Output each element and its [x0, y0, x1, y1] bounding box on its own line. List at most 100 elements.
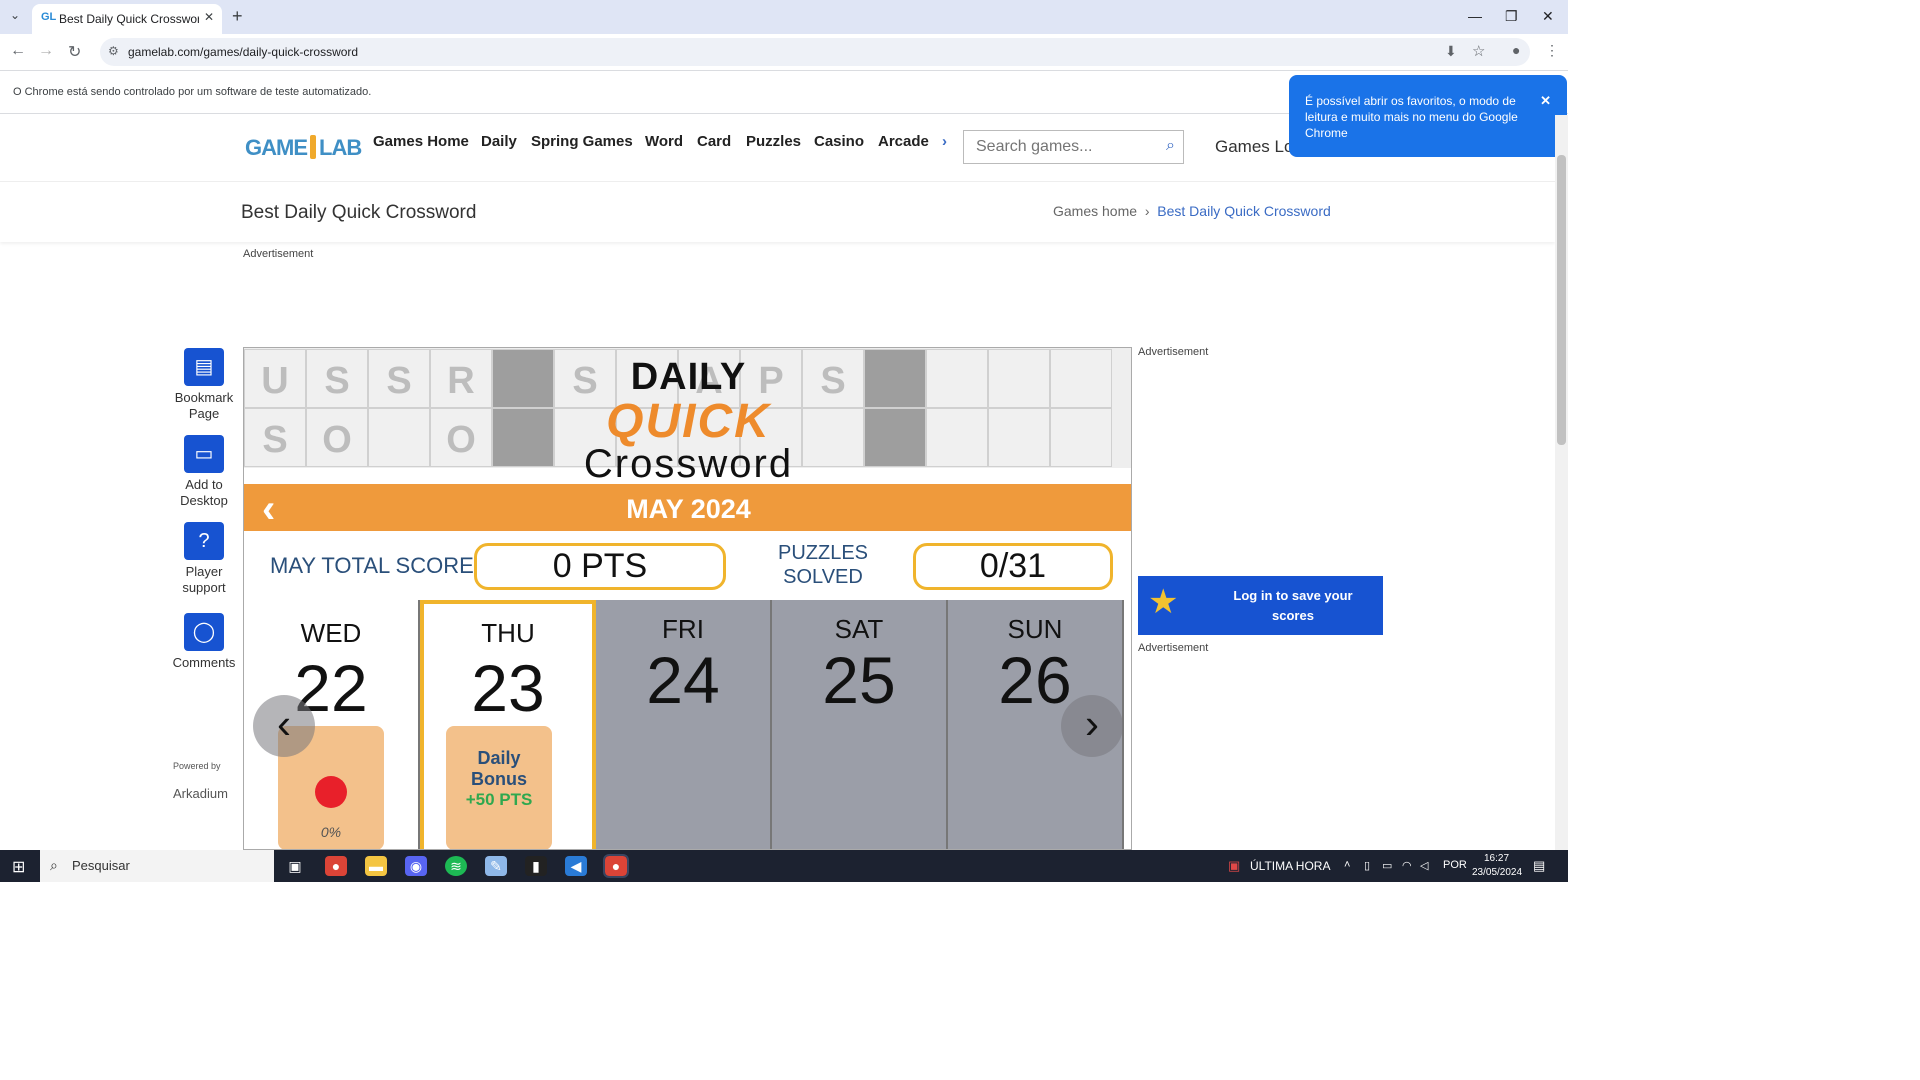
tab-search-icon[interactable]: ⌄ [10, 8, 20, 22]
forward-icon[interactable]: → [38, 42, 54, 60]
clock-time[interactable]: 16:27 [1484, 853, 1509, 864]
new-tab-icon[interactable]: + [232, 6, 243, 27]
arkadium-logo: Arkadium [173, 786, 228, 801]
score-panel: MAY TOTAL SCORE 0 PTS PUZZLES SOLVED 0/31 [244, 531, 1131, 601]
help-icon: ? [198, 530, 210, 552]
chrome-tip-popup: É possível abrir os favoritos, o modo de… [1289, 75, 1567, 157]
windows-start-icon[interactable]: ⊞ [12, 857, 25, 877]
daily-bonus-points: +50 PTS [465, 790, 533, 809]
clock-date[interactable]: 23/05/2024 [1472, 867, 1522, 878]
day-name: THU [481, 618, 535, 648]
nav-casino[interactable]: Casino [814, 133, 864, 150]
logo-quick-text: QUICK [606, 395, 771, 448]
month-label: MAY 2024 [626, 494, 751, 524]
taskbar-search-icon: ⌕ [50, 857, 58, 873]
browser-tab[interactable]: GL Best Daily Quick Crossword - Fr ✕ [32, 4, 222, 34]
star-icon[interactable]: ☆ [1472, 42, 1485, 60]
crossword-game: USSRSAPSSOO DAILY QUICK Crossword ‹ MAY … [243, 347, 1132, 850]
battery-icon[interactable]: ▭ [1382, 859, 1392, 872]
popup-text: É possível abrir os favoritos, o modo de… [1305, 94, 1518, 140]
menu-icon[interactable]: ⋮ [1545, 42, 1559, 59]
chrome-active-icon[interactable]: ● [603, 854, 629, 878]
desktop-icon: ▭ [194, 443, 214, 465]
month-bar: ‹ MAY 2024 [244, 484, 1131, 531]
scrollbar-thumb[interactable] [1557, 155, 1566, 445]
infobar-text: O Chrome está sendo controlado por um so… [13, 86, 372, 98]
login-promo-button[interactable]: ★ Log in to save your scores [1138, 576, 1383, 635]
day-number: 24 [646, 643, 720, 717]
tab-title: Best Daily Quick Crossword - Fr [59, 12, 199, 26]
windows-taskbar: ⊞ ⌕ Pesquisar ▣ ● ▬ ◉ ≋ ✎ ▮ ◀ ● ▣ ÚLTIMA… [0, 850, 1568, 882]
comments-button[interactable]: ◯ [184, 613, 224, 651]
next-days-arrow-icon[interactable]: › [1061, 695, 1123, 757]
day-number: 25 [822, 643, 896, 717]
site-info-icon[interactable]: ⚙ [108, 44, 119, 58]
language-indicator[interactable]: POR [1443, 859, 1467, 871]
total-score-label: MAY TOTAL SCORE [270, 553, 474, 578]
profile-icon[interactable]: ● [1512, 42, 1520, 58]
notepad-icon[interactable]: ✎ [485, 856, 507, 876]
address-bar[interactable]: ⚙ gamelab.com/games/daily-quick-crosswor… [100, 38, 1530, 66]
nav-daily[interactable]: Daily [481, 133, 517, 150]
wifi-icon[interactable]: ◠ [1402, 859, 1412, 872]
spotify-icon[interactable]: ≋ [445, 856, 467, 876]
news-text[interactable]: ÚLTIMA HORA [1250, 859, 1330, 873]
breadcrumb-chevron-icon: › [1140, 203, 1154, 219]
favicon-icon: GL [41, 11, 57, 23]
install-icon[interactable]: ⬇ [1445, 43, 1457, 60]
games-login-link[interactable]: Games Lo [1215, 137, 1293, 157]
comments-label: Comments [172, 655, 236, 670]
taskbar-search-text: Pesquisar [72, 858, 130, 873]
taskbar-search[interactable]: ⌕ Pesquisar [40, 850, 274, 882]
ad-label-right-top: Advertisement [1138, 346, 1209, 358]
search-input[interactable] [976, 138, 1146, 156]
volume-icon[interactable]: ◁ [1420, 859, 1428, 872]
nav-more-chevron-icon[interactable]: › [942, 133, 947, 150]
restore-icon[interactable]: ❐ [1505, 8, 1518, 25]
nav-card[interactable]: Card [697, 133, 731, 150]
file-explorer-icon[interactable]: ▬ [365, 856, 387, 876]
logo-right-text: LAB [319, 135, 362, 160]
prev-days-arrow-icon[interactable]: ‹ [253, 695, 315, 757]
tab-strip: ⌄ GL Best Daily Quick Crossword - Fr ✕ +… [0, 0, 1568, 34]
nav-puzzles[interactable]: Puzzles [746, 133, 801, 150]
tray-device-icon[interactable]: ▯ [1364, 859, 1370, 872]
nav-spring-games[interactable]: Spring Games [531, 133, 633, 150]
url-text[interactable]: gamelab.com/games/daily-quick-crossword [128, 45, 358, 59]
comment-icon: ◯ [192, 621, 216, 643]
daily-bonus-card[interactable]: Daily Bonus +50 PTS [446, 726, 552, 849]
reload-icon[interactable]: ↻ [68, 42, 81, 62]
player-support-button[interactable]: ? [184, 522, 224, 560]
trophy-icon: ★ [1148, 583, 1179, 621]
page-scrollbar[interactable] [1555, 115, 1568, 850]
player-support-label: Player support [182, 564, 226, 595]
bookmark-page-button[interactable]: ▤ [184, 348, 224, 386]
gamelab-logo[interactable]: GAME LAB [245, 135, 362, 161]
tab-close-icon[interactable]: ✕ [204, 10, 214, 24]
back-icon[interactable]: ← [10, 42, 26, 60]
breadcrumb: Games home › Best Daily Quick Crossword [1053, 203, 1331, 219]
popup-close-icon[interactable]: ✕ [1540, 93, 1551, 109]
close-window-icon[interactable]: ✕ [1542, 8, 1554, 25]
nav-games-home[interactable]: Games Home [373, 133, 469, 150]
notifications-icon[interactable]: ▤ [1533, 858, 1545, 874]
chrome-app-icon[interactable]: ● [325, 856, 347, 876]
nav-word[interactable]: Word [645, 133, 683, 150]
nav-arcade[interactable]: Arcade [878, 133, 929, 150]
day-name: SUN [1007, 614, 1063, 644]
vscode-icon[interactable]: ◀ [565, 856, 587, 876]
search-icon[interactable]: ⌕ [1166, 137, 1175, 155]
login-promo-text: Log in to save your scores [1233, 588, 1353, 623]
day-card-thu-23[interactable]: THU 23 Daily Bonus +50 PTS [420, 600, 596, 849]
search-box[interactable]: ⌕ [963, 130, 1184, 164]
task-view-icon[interactable]: ▣ [284, 856, 306, 876]
minimize-icon[interactable]: — [1468, 8, 1482, 24]
breadcrumb-home[interactable]: Games home [1053, 203, 1137, 219]
page-title: Best Daily Quick Crossword [241, 202, 477, 223]
discord-icon[interactable]: ◉ [405, 856, 427, 876]
tray-chevron-icon[interactable]: ˄ [1344, 859, 1350, 871]
news-icon[interactable]: ▣ [1228, 858, 1240, 874]
terminal-icon[interactable]: ▮ [525, 856, 547, 876]
ad-label-top: Advertisement [243, 248, 314, 260]
add-to-desktop-button[interactable]: ▭ [184, 435, 224, 473]
